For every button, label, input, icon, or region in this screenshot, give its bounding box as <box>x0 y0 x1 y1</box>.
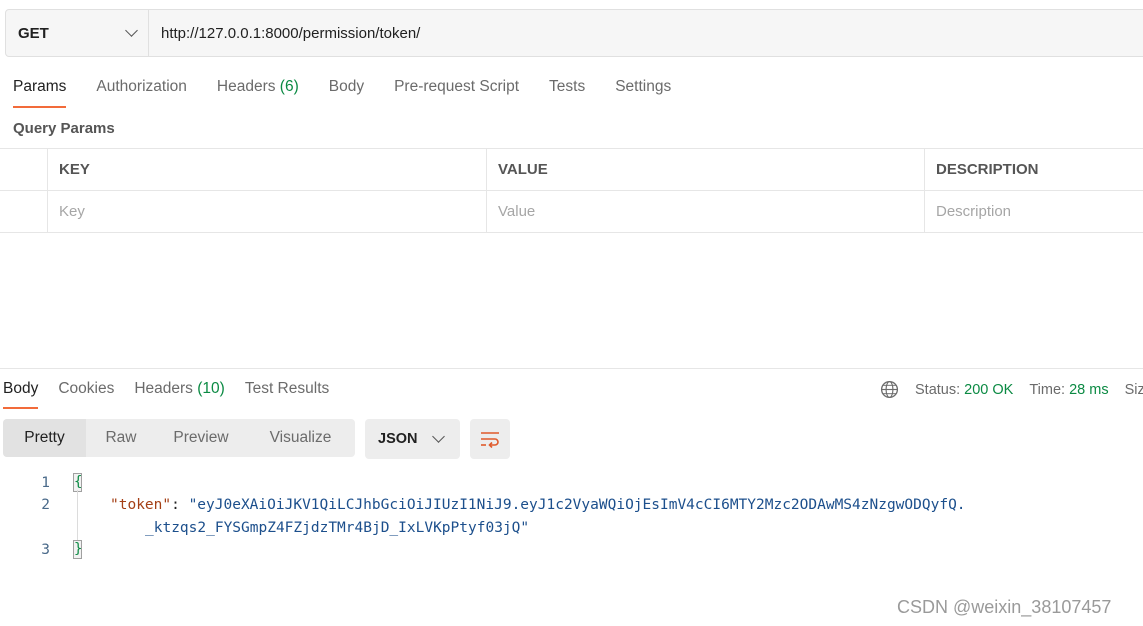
response-tab-body[interactable]: Body <box>3 380 39 409</box>
json-value: "eyJ0eXAiOiJKV1QiLCJhbGciOiJIUzI1NiJ9.ey… <box>188 497 966 513</box>
tab-tests[interactable]: Tests <box>549 78 585 108</box>
table-header-row: KEY VALUE DESCRIPTION <box>0 149 1143 191</box>
response-tab-test-results[interactable]: Test Results <box>245 380 329 409</box>
json-key: "token" <box>110 497 172 513</box>
column-header-description: DESCRIPTION <box>936 161 1039 178</box>
view-mode-raw[interactable]: Raw <box>86 419 156 457</box>
wrap-lines-button[interactable] <box>470 419 510 459</box>
tab-body[interactable]: Body <box>329 78 364 108</box>
line-number: 2 <box>41 497 50 513</box>
table-row: Key Value Description <box>0 191 1143 233</box>
tab-label: Params <box>13 78 67 95</box>
status-label: Status: <box>915 381 961 398</box>
response-tab-cookies[interactable]: Cookies <box>58 380 114 409</box>
globe-icon[interactable] <box>880 380 899 399</box>
view-mode-pretty[interactable]: Pretty <box>3 419 86 457</box>
tab-label: Settings <box>615 78 672 95</box>
indent-guide <box>77 490 78 545</box>
headers-count: (6) <box>279 78 299 95</box>
response-tabs: Body Cookies Headers (10) Test Results <box>3 380 349 409</box>
response-status-bar: Status: 200 OK Time: 28 ms Siz <box>880 380 1143 399</box>
tab-label: Headers <box>134 380 193 397</box>
description-input[interactable]: Description <box>925 191 1143 232</box>
line-number: 1 <box>41 475 50 491</box>
chevron-down-icon <box>125 24 138 37</box>
key-input[interactable]: Key <box>48 191 487 232</box>
tab-label: Body <box>328 78 365 95</box>
code-line-wrapped: _ktzqs2_FYSGmpZ4FZjdzTMr4BjD_IxLVKpPtyf0… <box>145 520 529 536</box>
time-value[interactable]: 28 ms <box>1069 382 1109 398</box>
value-input[interactable]: Value <box>487 191 925 232</box>
tab-label: Headers <box>216 78 276 95</box>
view-mode-switcher: Pretty Raw Preview Visualize <box>3 419 355 457</box>
query-params-title: Query Params <box>13 120 115 137</box>
close-brace: } <box>73 540 83 559</box>
checkbox-column-header <box>0 149 48 190</box>
tab-label: Tests <box>549 78 586 95</box>
request-tabs: Params Authorization Headers (6) Body Pr… <box>13 78 701 108</box>
response-tab-headers[interactable]: Headers (10) <box>134 380 224 409</box>
request-url-bar: GET http://127.0.0.1:8000/permission/tok… <box>5 9 1143 57</box>
watermark: CSDN @weixin_38107457 <box>897 597 1112 617</box>
method-select[interactable]: GET <box>6 10 149 56</box>
tab-label: Cookies <box>58 380 115 397</box>
code-line: "token": "eyJ0eXAiOiJKV1QiLCJhbGciOiJIUz… <box>110 497 966 513</box>
view-mode-visualize[interactable]: Visualize <box>246 419 355 457</box>
tab-authorization[interactable]: Authorization <box>96 78 186 108</box>
tab-settings[interactable]: Settings <box>615 78 671 108</box>
format-label: JSON <box>378 431 418 447</box>
tab-label: Test Results <box>244 380 330 397</box>
view-mode-preview[interactable]: Preview <box>156 419 246 457</box>
method-label: GET <box>18 24 49 42</box>
url-input[interactable]: http://127.0.0.1:8000/permission/token/ <box>149 10 1143 56</box>
wrap-lines-icon <box>481 432 499 448</box>
column-header-key: KEY <box>48 149 487 190</box>
response-headers-count: (10) <box>197 380 225 397</box>
response-divider[interactable] <box>0 368 1143 369</box>
tab-params[interactable]: Params <box>13 78 67 108</box>
tab-label: Pre-request Script <box>394 78 520 95</box>
size-label[interactable]: Siz <box>1125 382 1143 398</box>
tab-label: Body <box>3 380 39 397</box>
column-header-value: VALUE <box>487 149 925 190</box>
tab-headers[interactable]: Headers (6) <box>217 78 299 108</box>
json-value-continued: _ktzqs2_FYSGmpZ4FZjdzTMr4BjD_IxLVKpPtyf0… <box>145 520 530 536</box>
format-dropdown[interactable]: JSON <box>365 419 460 459</box>
tab-label: Authorization <box>96 78 187 95</box>
line-number: 3 <box>41 542 50 558</box>
json-colon: : <box>171 497 189 513</box>
row-checkbox-cell <box>0 191 48 232</box>
status-value[interactable]: 200 OK <box>964 382 1013 398</box>
time-label: Time: <box>1029 381 1066 398</box>
tab-pre-request-script[interactable]: Pre-request Script <box>394 78 519 108</box>
chevron-down-icon <box>432 430 445 443</box>
query-params-table: KEY VALUE DESCRIPTION Key Value Descript… <box>0 148 1143 233</box>
